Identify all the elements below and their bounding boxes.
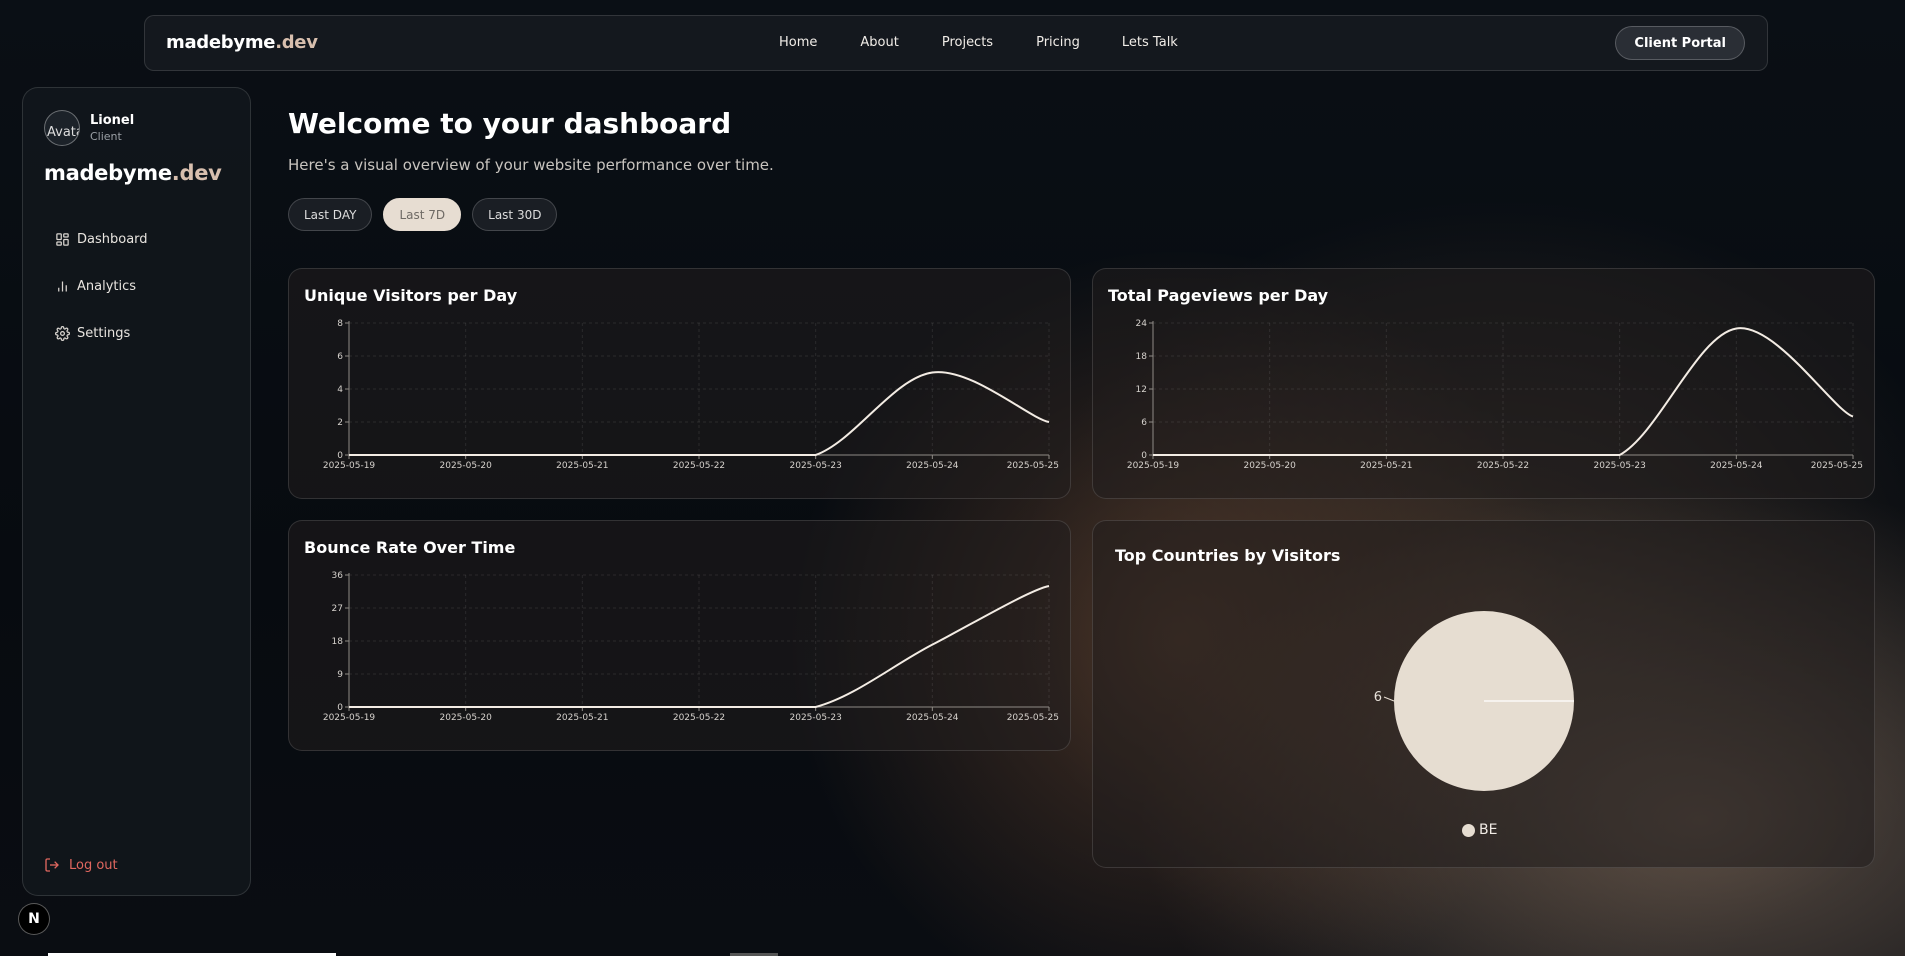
user-profile[interactable]: Avatar Lionel Client <box>44 110 134 146</box>
page-title: Welcome to your dashboard <box>288 107 732 140</box>
user-name: Lionel <box>90 113 135 128</box>
x-tick-label: 2025-05-24 <box>906 461 959 471</box>
client-portal-button[interactable]: Client Portal <box>1615 26 1745 60</box>
y-tick-label: 0 <box>337 703 343 713</box>
x-tick-label: 2025-05-23 <box>790 461 842 471</box>
x-tick-label: 2025-05-21 <box>1360 461 1412 471</box>
nav-link-about[interactable]: About <box>860 35 898 50</box>
sidebar-item-label: Dashboard <box>77 231 148 247</box>
x-tick-label: 2025-05-19 <box>323 713 376 723</box>
y-tick-label: 9 <box>337 670 343 680</box>
y-tick-label: 6 <box>1141 418 1147 428</box>
x-tick-label: 2025-05-24 <box>906 713 959 723</box>
x-tick-label: 2025-05-22 <box>1477 461 1529 471</box>
y-tick-label: 0 <box>337 451 343 461</box>
series-line <box>349 585 1050 708</box>
range-button-last-day[interactable]: Last DAY <box>288 198 373 231</box>
x-tick-label: 2025-05-25 <box>1811 461 1863 471</box>
y-tick-label: 36 <box>332 571 344 581</box>
x-tick-label: 2025-05-19 <box>1127 461 1180 471</box>
y-tick-label: 18 <box>332 637 344 647</box>
avatar-alt-text: Avatar <box>47 125 79 140</box>
y-tick-label: 2 <box>337 418 343 428</box>
x-tick-label: 2025-05-20 <box>440 461 493 471</box>
total-pageviews-chart: 0 6 12 18 24 2025-05-19 2025-05-20 2025-05-21 20… <box>1127 319 1863 471</box>
x-tick-label: 2025-05-25 <box>1007 461 1059 471</box>
chart-card-total-pageviews: Total Pageviews per Day 0 6 12 18 24 2025-05-… <box>1092 268 1875 499</box>
y-tick-label: 18 <box>1136 352 1148 362</box>
top-countries-pie-chart: 6 <box>1374 611 1574 791</box>
x-tick-label: 2025-05-21 <box>556 461 608 471</box>
sidebar-item-label: Analytics <box>77 278 137 294</box>
chart-card-top-countries: Top Countries by Visitors 6 BE <box>1092 520 1875 868</box>
pie-legend[interactable]: BE <box>1462 822 1497 838</box>
x-tick-label: 2025-05-22 <box>673 713 725 723</box>
y-tick-label: 0 <box>1141 451 1147 461</box>
nav-link-projects[interactable]: Projects <box>942 35 993 50</box>
x-tick-label: 2025-05-25 <box>1007 713 1059 723</box>
y-tick-label: 4 <box>337 385 343 395</box>
time-range-selector: Last DAY Last 7D Last 30D <box>288 198 558 231</box>
range-button-last-7d[interactable]: Last 7D <box>383 198 462 231</box>
x-tick-label: 2025-05-23 <box>790 713 842 723</box>
pie-label-line <box>1383 696 1395 702</box>
bar-chart-icon <box>58 281 67 291</box>
nav-link-pricing[interactable]: Pricing <box>1036 35 1080 50</box>
gear-icon <box>55 325 70 341</box>
x-tick-label: 2025-05-24 <box>1710 461 1763 471</box>
avatar: Avatar <box>44 110 80 146</box>
sidebar: Avatar Lionel Client madebyme.dev Dashbo… <box>22 87 251 896</box>
dashboard-grid-icon <box>56 232 69 246</box>
unique-visitors-chart: 0 2 4 6 8 2025-05-19 2025-05-20 2025-05-21 2025-… <box>323 319 1059 471</box>
pie-value-label: 6 <box>1374 690 1382 705</box>
nav-link-lets-talk[interactable]: Lets Talk <box>1122 35 1178 50</box>
top-navbar: madebyme.dev Home About Projects Pricing… <box>144 15 1768 71</box>
logo-text: madebyme <box>166 32 276 53</box>
nav-links: Home About Projects Pricing Lets Talk <box>779 35 1178 50</box>
chart-card-bounce-rate: Bounce Rate Over Time 0 9 18 27 36 2025-05-19… <box>288 520 1071 751</box>
y-tick-label: 27 <box>332 604 343 614</box>
logout-icon <box>45 858 59 872</box>
sidebar-logo[interactable]: madebyme.dev <box>44 161 222 185</box>
x-tick-label: 2025-05-22 <box>673 461 725 471</box>
nav-link-home[interactable]: Home <box>779 35 817 50</box>
legend-swatch <box>1462 823 1475 837</box>
y-tick-label: 12 <box>1136 385 1147 395</box>
chart-card-unique-visitors: Unique Visitors per Day 0 2 4 6 8 2025-05-19 2… <box>288 268 1071 499</box>
logout-label: Log out <box>69 857 118 873</box>
sidebar-nav: Dashboard Analytics Settings <box>55 229 148 370</box>
sidebar-item-settings[interactable]: Settings <box>55 323 148 343</box>
y-tick-label: 6 <box>337 352 343 362</box>
logout-button[interactable]: Log out <box>44 857 118 873</box>
next-dev-badge[interactable]: N <box>18 903 50 935</box>
x-tick-label: 2025-05-20 <box>440 713 493 723</box>
brand-logo[interactable]: madebyme.dev <box>166 32 318 53</box>
logo-accent: .dev <box>275 32 318 53</box>
x-tick-label: 2025-05-19 <box>323 461 376 471</box>
sidebar-logo-text: madebyme <box>44 161 172 185</box>
user-role: Client <box>90 130 122 143</box>
sidebar-item-analytics[interactable]: Analytics <box>55 276 148 296</box>
legend-label: BE <box>1479 822 1498 838</box>
bounce-rate-chart: 0 9 18 27 36 2025-05-19 2025-05-20 2025-05-21 20… <box>323 571 1059 723</box>
range-button-last-30d[interactable]: Last 30D <box>472 198 558 231</box>
x-tick-label: 2025-05-20 <box>1244 461 1297 471</box>
page-subtitle: Here's a visual overview of your website… <box>288 156 774 174</box>
sidebar-logo-accent: .dev <box>171 161 222 185</box>
sidebar-item-dashboard[interactable]: Dashboard <box>55 229 148 249</box>
y-tick-label: 8 <box>337 319 343 329</box>
x-tick-label: 2025-05-21 <box>556 713 608 723</box>
sidebar-item-label: Settings <box>77 325 131 341</box>
y-tick-label: 24 <box>1136 319 1148 329</box>
x-tick-label: 2025-05-23 <box>1594 461 1646 471</box>
